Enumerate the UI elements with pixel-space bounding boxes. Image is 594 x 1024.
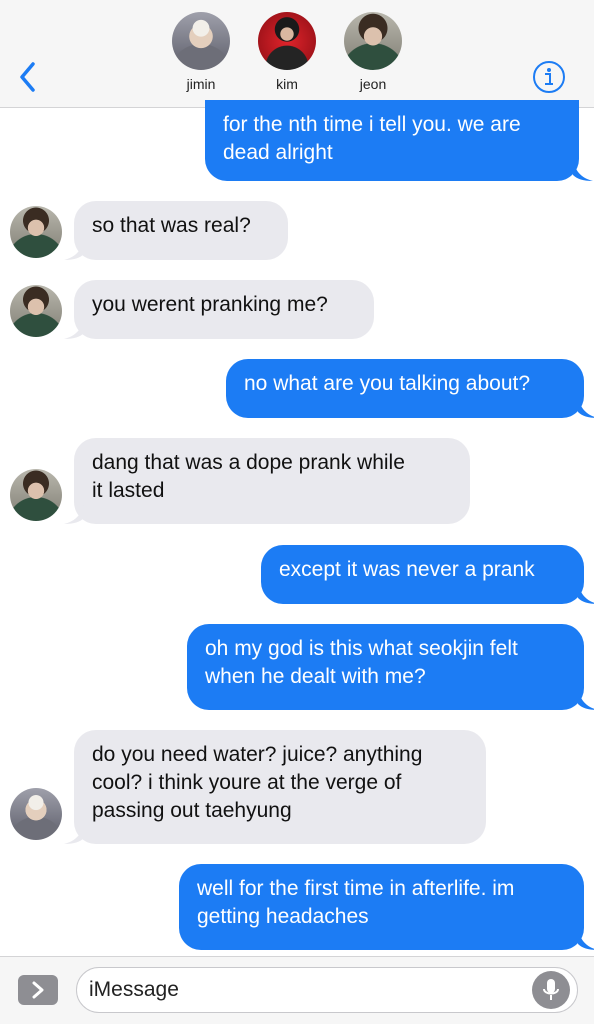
participant-jeon[interactable]: jeon [338, 12, 408, 92]
avatar [258, 12, 316, 70]
message-line: dang that was a dope prank while [92, 451, 405, 474]
bubble-tail [573, 159, 593, 181]
bubble-tail [64, 822, 84, 844]
message-line: except it was never a prank [279, 558, 535, 581]
avatar[interactable] [10, 788, 62, 840]
message-bubble-outgoing[interactable]: except it was never a prank [261, 545, 584, 604]
message-line: no what are you talking about? [244, 372, 531, 395]
message-bubble-outgoing[interactable]: well for the first time in afterlife. im… [179, 864, 584, 950]
message-line: do you need water? juice? anything [92, 743, 423, 766]
message-input[interactable]: iMessage [76, 967, 578, 1013]
bubble-tail [578, 396, 594, 418]
bubble-tail [578, 688, 594, 710]
bubble-tail [64, 502, 84, 524]
bubble-tail [64, 238, 84, 260]
microphone-icon [543, 979, 559, 1000]
microphone-button[interactable] [532, 971, 570, 1009]
app-store-chevron-icon [32, 981, 44, 999]
message-composer: iMessage [0, 956, 594, 1024]
message-bubble-incoming[interactable]: dang that was a dope prank while it last… [74, 438, 470, 524]
message-line: it lasted [92, 479, 165, 502]
message-line: passing out taehyung [92, 799, 292, 822]
conversation-header: jimin kim jeon [0, 0, 594, 108]
participant-jimin[interactable]: jimin [166, 12, 236, 92]
message-line: when he dealt with me? [205, 665, 426, 688]
message-bubble-outgoing[interactable]: oh my god is this what seokjin felt when… [187, 624, 584, 710]
participant-kim[interactable]: kim [252, 12, 322, 92]
message-bubble-outgoing[interactable]: no what are you talking about? [226, 359, 584, 418]
avatar[interactable] [10, 206, 62, 258]
message-line: getting headaches [197, 905, 369, 928]
avatar [172, 12, 230, 70]
message-bubble-outgoing[interactable]: for the nth time i tell you. we are dead… [205, 100, 579, 181]
message-line: well for the first time in afterlife. im [197, 877, 515, 900]
message-line: so that was real? [92, 214, 251, 237]
avatar[interactable] [10, 469, 62, 521]
message-line: for the nth time i tell you. we are [223, 113, 521, 136]
app-store-button[interactable] [18, 975, 58, 1005]
bubble-tail [578, 928, 594, 950]
message-line: dead alright [223, 141, 333, 164]
participant-name: kim [276, 76, 298, 92]
message-line: oh my god is this what seokjin felt [205, 637, 518, 660]
avatar[interactable] [10, 285, 62, 337]
message-line: you werent pranking me? [92, 293, 328, 316]
message-line: cool? i think youre at the verge of [92, 771, 402, 794]
back-chevron-icon[interactable] [16, 58, 40, 96]
participant-name: jimin [186, 76, 216, 92]
bubble-tail [578, 582, 594, 604]
message-bubble-incoming[interactable]: do you need water? juice? anything cool?… [74, 730, 486, 844]
message-bubble-incoming[interactable]: you werent pranking me? [74, 280, 374, 339]
avatar [344, 12, 402, 70]
info-icon[interactable] [532, 60, 566, 94]
message-bubble-incoming[interactable]: so that was real? [74, 201, 288, 260]
participant-name: jeon [359, 76, 387, 92]
bubble-tail [64, 317, 84, 339]
